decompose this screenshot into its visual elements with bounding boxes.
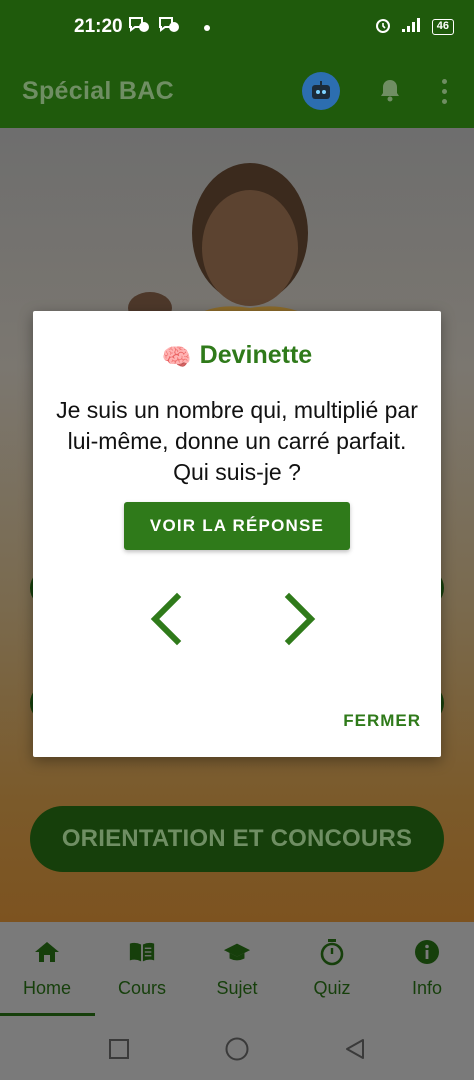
- alarm-icon: [374, 16, 392, 38]
- nav-label-home: Home: [22, 978, 71, 998]
- nav-item-home[interactable]: Home: [0, 922, 95, 1018]
- dialog-title-text: Devinette: [199, 341, 313, 369]
- graduation-cap-icon: [223, 938, 251, 966]
- app-bar: Spécial BAC: [0, 56, 474, 128]
- stopwatch-icon: [318, 938, 346, 966]
- home-icon: [33, 938, 61, 966]
- next-riddle-button[interactable]: [277, 591, 325, 647]
- more-vert-icon[interactable]: [432, 74, 456, 108]
- riddle-dialog: 🧠 Devinette Je suis un nombre qui, multip…: [33, 311, 441, 757]
- nav-item-sujet[interactable]: Sujet: [190, 922, 284, 1018]
- previous-riddle-button[interactable]: [141, 591, 189, 647]
- home-circle-icon[interactable]: [224, 1036, 250, 1062]
- dialog-title: 🧠 Devinette: [33, 341, 441, 372]
- status-system-icons: 46: [374, 16, 454, 38]
- battery-icon: 46: [431, 19, 454, 35]
- system-navigation-bar: [0, 1018, 474, 1080]
- status-time: 21:20: [74, 16, 123, 37]
- nav-item-cours[interactable]: Cours: [95, 922, 189, 1018]
- nav-label-cours: Cours: [117, 978, 166, 998]
- chevron-left-icon: [150, 592, 182, 646]
- recents-square-icon[interactable]: [106, 1036, 132, 1062]
- chat-notification-icon: [128, 16, 150, 39]
- info-icon: [413, 938, 441, 966]
- brain-icon: 🧠: [161, 344, 192, 371]
- riddle-question: Je suis un nombre qui, multiplié par lui…: [56, 397, 418, 485]
- robot-icon[interactable]: [302, 72, 340, 110]
- nav-label-quiz: Quiz: [313, 978, 351, 998]
- book-icon: [128, 938, 156, 966]
- status-notification-icons: [128, 16, 210, 39]
- status-dot: [204, 24, 210, 31]
- bell-icon[interactable]: [374, 74, 406, 106]
- app-title: Spécial BAC: [22, 77, 174, 105]
- status-bar: 21:20 46: [0, 0, 474, 56]
- nav-label-info: Info: [411, 978, 443, 998]
- show-answer-button[interactable]: VOIR LA RÉPONSE: [124, 502, 350, 550]
- nav-label-sujet: Sujet: [216, 978, 258, 998]
- chat-notification-icon: [158, 16, 180, 39]
- signal-icon: [400, 17, 424, 37]
- nav-selected-indicator: [0, 1013, 95, 1016]
- nav-item-info[interactable]: Info: [380, 922, 474, 1018]
- close-dialog-button[interactable]: FERMER: [329, 707, 421, 735]
- orientation-concours-button[interactable]: ORIENTATION ET CONCOURS: [30, 806, 444, 872]
- bottom-navigation: Home Cours Sujet Quiz Info: [0, 922, 474, 1018]
- nav-item-quiz[interactable]: Quiz: [285, 922, 379, 1018]
- chevron-right-icon: [284, 592, 316, 646]
- back-triangle-icon[interactable]: [342, 1036, 368, 1062]
